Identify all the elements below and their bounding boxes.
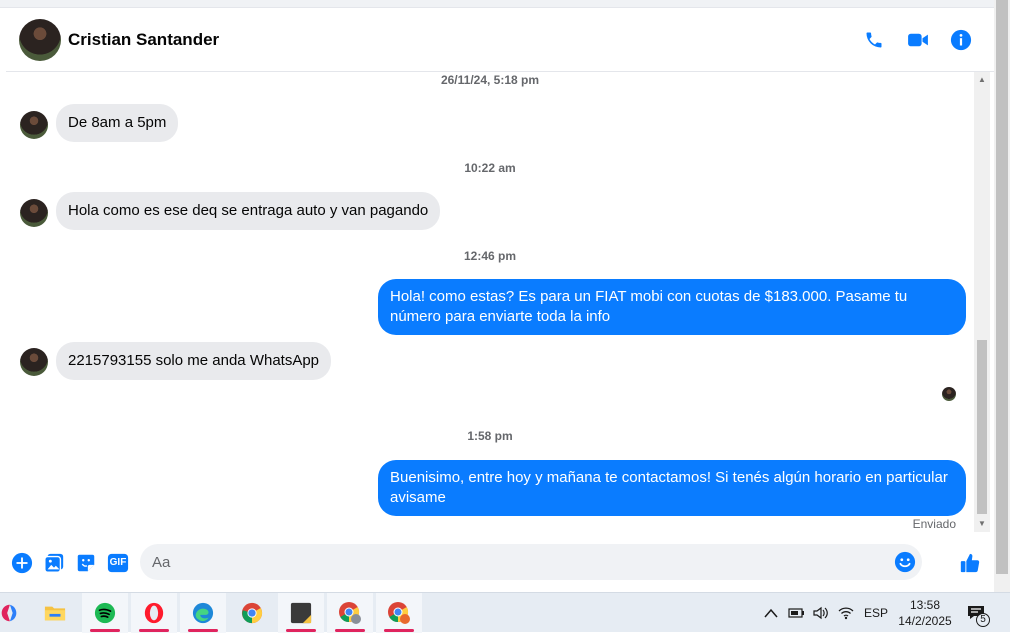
scroll-up-icon[interactable]: ▲ bbox=[977, 75, 987, 85]
opera-icon[interactable] bbox=[131, 593, 177, 633]
show-hidden-icons-icon[interactable] bbox=[764, 593, 778, 633]
windows-taskbar: ESP 13:58 14/2/2025 5 bbox=[0, 592, 1010, 633]
outgoing-message[interactable]: Hola! como estas? Es para un FIAT mobi c… bbox=[378, 279, 966, 335]
system-clock[interactable]: 13:58 14/2/2025 bbox=[890, 597, 960, 629]
timestamp: 26/11/24, 5:18 pm bbox=[440, 73, 540, 87]
chat-header: Cristian Santander bbox=[6, 8, 994, 72]
sticker-icon[interactable] bbox=[75, 552, 97, 574]
phone-icon[interactable] bbox=[862, 28, 886, 52]
gif-icon[interactable]: GIF bbox=[107, 552, 129, 574]
timestamp: 12:46 pm bbox=[463, 249, 517, 263]
battery-icon[interactable] bbox=[788, 593, 806, 633]
spotify-icon[interactable] bbox=[82, 593, 128, 633]
incoming-message[interactable]: Hola como es ese deq se entraga auto y v… bbox=[56, 192, 441, 230]
chrome-profile-icon[interactable] bbox=[327, 593, 373, 633]
contact-name[interactable]: Cristian Santander bbox=[68, 30, 219, 50]
messenger-window: Cristian Santander 26/11/24, 5:18 pm De … bbox=[0, 0, 1010, 633]
message-list[interactable]: 26/11/24, 5:18 pm De 8am a 5pm 10:22 am … bbox=[6, 72, 974, 532]
scroll-down-icon[interactable]: ▼ bbox=[977, 519, 987, 529]
info-icon[interactable] bbox=[949, 28, 973, 52]
composer-bar: GIF Aa bbox=[6, 532, 994, 592]
volume-icon[interactable] bbox=[812, 593, 830, 633]
chrome-profile-2-icon[interactable] bbox=[376, 593, 422, 633]
image-icon[interactable] bbox=[43, 552, 65, 574]
plus-icon[interactable] bbox=[11, 552, 33, 574]
window-top-strip bbox=[0, 0, 994, 8]
window-scrollbar-thumb[interactable] bbox=[996, 0, 1008, 574]
timestamp: 1:58 pm bbox=[467, 429, 513, 443]
thumbs-up-icon[interactable] bbox=[959, 552, 981, 574]
message-input[interactable]: Aa bbox=[140, 544, 922, 580]
wifi-icon[interactable] bbox=[838, 593, 854, 633]
chrome-icon[interactable] bbox=[229, 593, 275, 633]
contact-avatar-small[interactable] bbox=[20, 111, 48, 139]
sent-status: Enviado bbox=[912, 517, 956, 531]
contact-avatar-small[interactable] bbox=[20, 199, 48, 227]
scrollbar-thumb[interactable] bbox=[977, 340, 987, 514]
gif-label: GIF bbox=[109, 557, 127, 568]
window-scrollbar[interactable] bbox=[994, 0, 1010, 592]
edge-icon[interactable] bbox=[180, 593, 226, 633]
timestamp: 10:22 am bbox=[464, 161, 516, 175]
clock-date: 14/2/2025 bbox=[898, 614, 952, 628]
language-indicator[interactable]: ESP bbox=[864, 593, 888, 633]
contact-avatar-small[interactable] bbox=[20, 348, 48, 376]
incoming-message[interactable]: De 8am a 5pm bbox=[56, 104, 179, 142]
seen-avatar bbox=[942, 387, 956, 401]
sticky-notes-icon[interactable] bbox=[278, 593, 324, 633]
clock-time: 13:58 bbox=[909, 598, 941, 612]
emoji-icon[interactable] bbox=[894, 551, 916, 573]
video-camera-icon[interactable] bbox=[906, 28, 930, 52]
file-explorer-icon[interactable] bbox=[32, 593, 78, 633]
chat-scrollbar[interactable]: ▲ ▼ bbox=[974, 72, 990, 532]
incoming-message[interactable]: 2215793155 solo me anda WhatsApp bbox=[56, 342, 332, 380]
outgoing-message[interactable]: Buenisimo, entre hoy y mañana te contact… bbox=[378, 460, 966, 516]
contact-avatar[interactable] bbox=[19, 19, 61, 61]
notification-icon[interactable]: 5 bbox=[966, 593, 990, 633]
copilot-icon[interactable] bbox=[0, 593, 32, 633]
notification-count: 5 bbox=[976, 613, 990, 627]
message-input-placeholder: Aa bbox=[152, 554, 171, 571]
